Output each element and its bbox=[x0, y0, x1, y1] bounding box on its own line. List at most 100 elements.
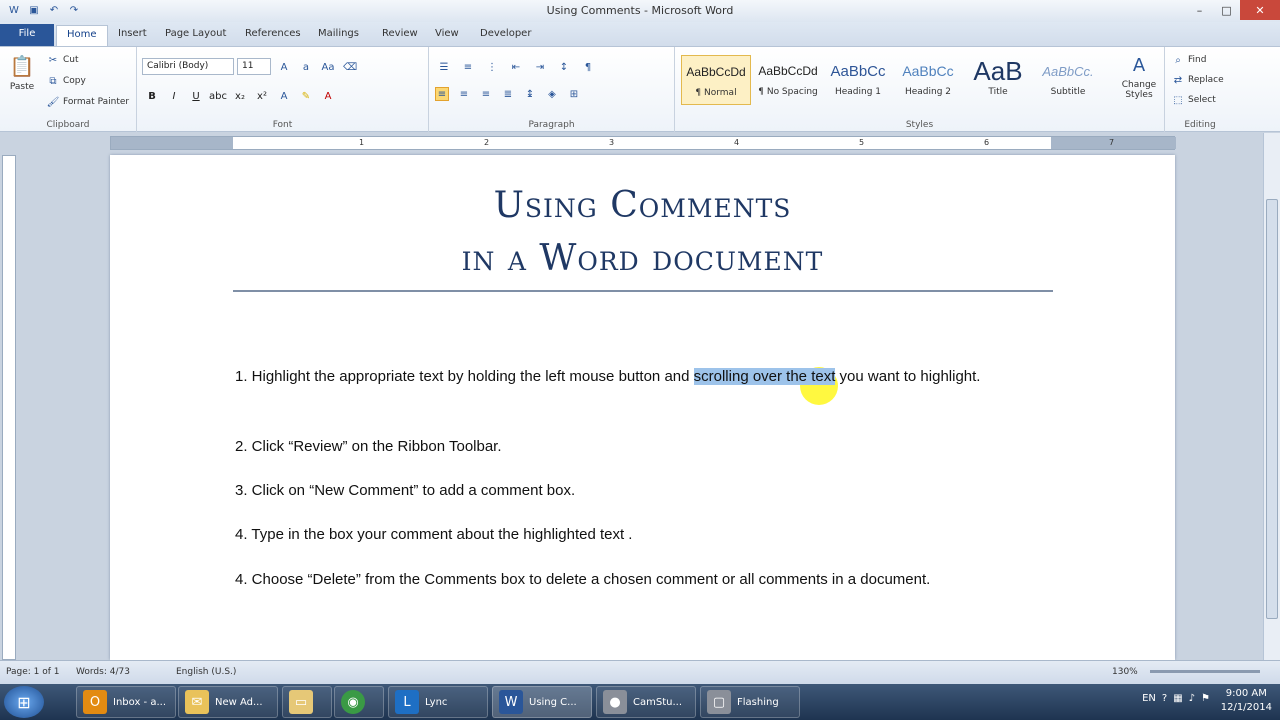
shrink-font-icon[interactable]: a bbox=[299, 60, 313, 74]
language-tray[interactable]: EN bbox=[1142, 693, 1156, 704]
font-group-label: Font bbox=[272, 120, 293, 130]
format-painter-button[interactable]: 🖌 Format Painter bbox=[46, 95, 129, 109]
sort-icon[interactable]: ↕ bbox=[557, 60, 571, 74]
multilevel-list-icon[interactable]: ⋮ bbox=[485, 60, 499, 74]
clear-format-icon[interactable]: ⌫ bbox=[343, 60, 357, 74]
paragraph-4[interactable]: 4. Type in the box your comment about th… bbox=[235, 521, 1055, 548]
document-page[interactable]: Using Comments in a Word document 1. Hig… bbox=[110, 155, 1175, 660]
tab-mailings[interactable]: Mailings bbox=[308, 25, 369, 46]
replace-icon: ⇄ bbox=[1173, 74, 1183, 86]
camstudio-icon: ● bbox=[603, 690, 627, 714]
taskbar-item-explorer[interactable]: ▭ bbox=[282, 686, 332, 718]
italic-icon[interactable]: I bbox=[167, 89, 181, 103]
copy-button[interactable]: ⧉ Copy bbox=[46, 74, 85, 88]
network-icon[interactable]: ▦ bbox=[1173, 693, 1182, 704]
taskbar-item-outlook[interactable]: O Inbox - a... bbox=[76, 686, 176, 718]
find-button[interactable]: ⌕ Find bbox=[1171, 53, 1206, 67]
change-styles-icon: A bbox=[1132, 54, 1146, 76]
line-spacing-icon[interactable]: ↨ bbox=[523, 87, 537, 101]
bullets-icon[interactable]: ☰ bbox=[437, 60, 451, 74]
scroll-thumb[interactable] bbox=[1266, 199, 1278, 619]
superscript-icon[interactable]: x² bbox=[255, 89, 269, 103]
tab-review[interactable]: Review bbox=[372, 25, 428, 46]
word-count[interactable]: Words: 4/73 bbox=[76, 667, 130, 677]
font-name-combo[interactable]: Calibri (Body) bbox=[142, 58, 234, 75]
style-subtitle[interactable]: AaBbCc. Subtitle bbox=[1033, 55, 1103, 105]
taskbar-item-camstudio[interactable]: ● CamStu... bbox=[596, 686, 696, 718]
bold-icon[interactable]: B bbox=[145, 89, 159, 103]
zoom-slider[interactable] bbox=[1150, 670, 1260, 673]
justify-icon[interactable]: ≣ bbox=[501, 87, 515, 101]
tab-file[interactable]: File bbox=[0, 24, 54, 46]
selected-text[interactable]: scrolling over the text bbox=[693, 368, 836, 385]
align-left-icon[interactable]: ≡ bbox=[435, 87, 449, 101]
title-bar: W ▣ ↶ ↷ Using Comments - Microsoft Word … bbox=[0, 0, 1280, 22]
font-color-icon[interactable]: A bbox=[321, 89, 335, 103]
taskbar-item-mail[interactable]: ✉ New Ad... bbox=[178, 686, 278, 718]
paragraph-2[interactable]: 2. Click “Review” on the Ribbon Toolbar. bbox=[235, 433, 1055, 460]
change-styles-button[interactable]: A Change Styles bbox=[1115, 53, 1163, 101]
mail-icon: ✉ bbox=[185, 690, 209, 714]
taskbar-item-lync[interactable]: L Lync bbox=[388, 686, 488, 718]
flag-icon[interactable]: ⚑ bbox=[1201, 693, 1210, 704]
clock[interactable]: 9:00 AM 12/1/2014 bbox=[1221, 687, 1272, 715]
maximize-icon[interactable]: □ bbox=[1213, 0, 1240, 20]
tab-page-layout[interactable]: Page Layout bbox=[155, 25, 236, 46]
tab-developer[interactable]: Developer bbox=[470, 25, 541, 46]
text-effects-icon[interactable]: A bbox=[277, 89, 291, 103]
select-button[interactable]: ⬚ Select bbox=[1171, 93, 1216, 107]
horizontal-ruler[interactable]: 1 2 3 4 5 6 7 bbox=[110, 136, 1176, 150]
taskbar-item-chrome[interactable]: ◉ bbox=[334, 686, 384, 718]
volume-icon[interactable]: ♪ bbox=[1189, 693, 1195, 704]
font-size-buttons: A a Aa ⌫ bbox=[277, 60, 358, 74]
underline-icon[interactable]: U bbox=[189, 89, 203, 103]
style-no-spacing[interactable]: AaBbCcDd ¶ No Spacing bbox=[753, 55, 823, 105]
shading-icon[interactable]: ◈ bbox=[545, 87, 559, 101]
tab-insert[interactable]: Insert bbox=[108, 25, 157, 46]
close-icon[interactable]: ✕ bbox=[1240, 0, 1280, 20]
tab-view[interactable]: View bbox=[425, 25, 469, 46]
show-marks-icon[interactable]: ¶ bbox=[581, 60, 595, 74]
paragraph-1[interactable]: 1. Highlight the appropriate text by hol… bbox=[235, 363, 1055, 390]
select-label: Select bbox=[1188, 95, 1216, 105]
tab-references[interactable]: References bbox=[235, 25, 311, 46]
taskbar-item-word[interactable]: W Using C... bbox=[492, 686, 592, 718]
paste-button[interactable]: 📋 Paste bbox=[6, 53, 38, 92]
cut-button[interactable]: ✂ Cut bbox=[46, 53, 79, 67]
page-count[interactable]: Page: 1 of 1 bbox=[6, 667, 60, 677]
style-normal[interactable]: AaBbCcDd ¶ Normal bbox=[681, 55, 751, 105]
style-title[interactable]: AaB Title bbox=[963, 55, 1033, 105]
style-preview: AaBbCcDd bbox=[686, 65, 746, 79]
paragraph-5[interactable]: 4. Choose “Delete” from the Comments box… bbox=[235, 566, 1055, 593]
paragraph-3[interactable]: 3. Click on “New Comment” to add a comme… bbox=[235, 477, 1055, 504]
language-indicator[interactable]: English (U.S.) bbox=[176, 667, 236, 677]
ruler-margin-left bbox=[111, 137, 233, 149]
align-right-icon[interactable]: ≡ bbox=[479, 87, 493, 101]
numbering-icon[interactable]: ≡ bbox=[461, 60, 475, 74]
style-heading-1[interactable]: AaBbCc Heading 1 bbox=[823, 55, 893, 105]
borders-icon[interactable]: ⊞ bbox=[567, 87, 581, 101]
subscript-icon[interactable]: x₂ bbox=[233, 89, 247, 103]
zoom-level[interactable]: 130% bbox=[1112, 667, 1138, 677]
help-icon[interactable]: ? bbox=[1162, 693, 1167, 704]
vertical-ruler[interactable] bbox=[2, 155, 16, 660]
replace-button[interactable]: ⇄ Replace bbox=[1171, 73, 1224, 87]
vertical-scrollbar[interactable] bbox=[1263, 133, 1280, 660]
align-center-icon[interactable]: ≡ bbox=[457, 87, 471, 101]
change-case-icon[interactable]: Aa bbox=[321, 60, 335, 74]
window-title: Using Comments - Microsoft Word bbox=[546, 4, 734, 17]
highlight-color-icon[interactable]: ✎ bbox=[299, 89, 313, 103]
strikethrough-icon[interactable]: abc bbox=[209, 89, 227, 103]
style-heading-2[interactable]: AaBbCc Heading 2 bbox=[893, 55, 963, 105]
grow-font-icon[interactable]: A bbox=[277, 60, 291, 74]
start-button[interactable]: ⊞ bbox=[4, 686, 44, 718]
paragraph-group-label: Paragraph bbox=[528, 120, 575, 130]
paste-label: Paste bbox=[9, 82, 35, 92]
clock-date: 12/1/2014 bbox=[1220, 702, 1272, 713]
decrease-indent-icon[interactable]: ⇤ bbox=[509, 60, 523, 74]
font-size-combo[interactable]: 11 bbox=[237, 58, 271, 75]
tab-home[interactable]: Home bbox=[56, 25, 108, 46]
minimize-icon[interactable]: – bbox=[1186, 0, 1213, 20]
taskbar-item-flashing[interactable]: ▢ Flashing bbox=[700, 686, 800, 718]
increase-indent-icon[interactable]: ⇥ bbox=[533, 60, 547, 74]
